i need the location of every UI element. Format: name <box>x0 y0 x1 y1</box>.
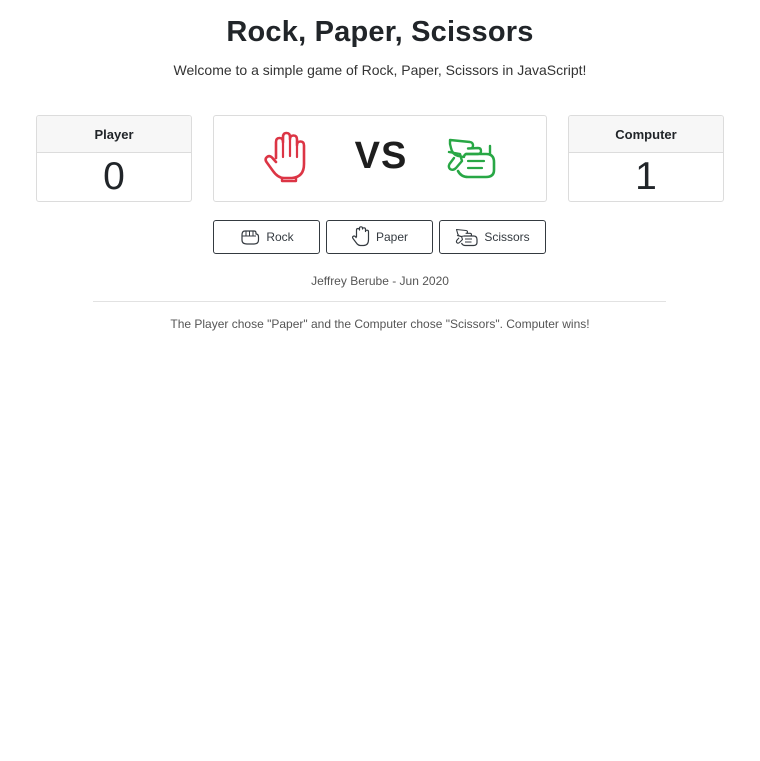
divider <box>93 301 666 302</box>
page-title: Rock, Paper, Scissors <box>226 16 534 48</box>
paper-button[interactable]: Paper <box>326 220 433 254</box>
scissors-button[interactable]: Scissors <box>439 220 546 254</box>
player-score-card: Player 0 <box>36 115 192 202</box>
computer-score-label: Computer <box>569 116 723 153</box>
page: Rock, Paper, Scissors Welcome to a simpl… <box>0 0 760 761</box>
paper-button-label: Paper <box>375 230 409 244</box>
player-score-value: 0 <box>103 155 125 198</box>
author-credit: Jeffrey Berube - Jun 2020 <box>311 274 449 288</box>
scissors-button-label: Scissors <box>484 230 530 244</box>
round-result: The Player chose "Paper" and the Compute… <box>170 317 590 331</box>
computer-score-value: 1 <box>635 155 657 198</box>
versus-card: VS <box>213 115 547 202</box>
scissors-hand-icon <box>447 138 496 179</box>
rock-hand-icon <box>241 230 260 245</box>
player-score-label: Player <box>37 116 191 153</box>
scissors-hand-icon <box>456 228 478 247</box>
page-subtitle: Welcome to a simple game of Rock, Paper,… <box>173 62 587 78</box>
rock-button[interactable]: Rock <box>213 220 320 254</box>
rock-button-label: Rock <box>266 230 294 244</box>
computer-score-card: Computer 1 <box>568 115 724 202</box>
paper-hand-icon <box>351 226 370 247</box>
